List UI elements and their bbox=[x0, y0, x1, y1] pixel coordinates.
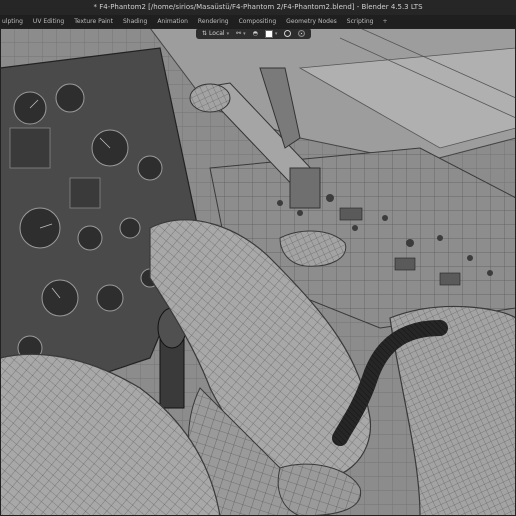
circle-dot-icon bbox=[298, 30, 306, 37]
tab-texture-paint[interactable]: Texture Paint bbox=[69, 15, 118, 28]
chevron-down-icon: ▾ bbox=[243, 30, 246, 37]
blender-window: * F4-Phantom2 [/home/sirios/Masaüstü/F4-… bbox=[0, 0, 516, 516]
overlay-button[interactable] bbox=[282, 29, 293, 38]
viewport-scene bbox=[0, 28, 516, 516]
proportional-edit-button[interactable]: ◓ bbox=[251, 29, 260, 38]
add-workspace-button[interactable]: + bbox=[378, 15, 391, 28]
snap-button[interactable]: ⚯ ▾ bbox=[234, 29, 248, 38]
tab-sculpting[interactable]: ulpting bbox=[0, 15, 28, 28]
tab-uv-editing[interactable]: UV Editing bbox=[28, 15, 69, 28]
color-swatch bbox=[264, 29, 273, 38]
window-title: * F4-Phantom2 [/home/sirios/Masaüstü/F4-… bbox=[0, 0, 516, 15]
transform-orientation-dropdown[interactable]: ⇅ Local ▾ bbox=[200, 29, 231, 38]
tab-shading[interactable]: Shading bbox=[118, 15, 152, 28]
color-swatch-button[interactable]: ▾ bbox=[263, 29, 280, 38]
chevron-down-icon: ▾ bbox=[274, 30, 278, 37]
chevron-down-icon: ▾ bbox=[226, 30, 230, 37]
workspace-tabs: ulpting UV Editing Texture Paint Shading… bbox=[0, 15, 516, 28]
viewport-header-tools: ⇅ Local ▾ ⚯ ▾ ◓ ▾ bbox=[196, 28, 312, 39]
axis-local-icon: ⇅ bbox=[202, 30, 208, 37]
tab-compositing[interactable]: Compositing bbox=[234, 15, 282, 28]
shading-button[interactable] bbox=[296, 29, 307, 38]
transform-orientation-label: Local bbox=[209, 30, 225, 37]
tab-animation[interactable]: Animation bbox=[152, 15, 193, 28]
circle-outline-icon bbox=[284, 30, 292, 37]
tab-rendering[interactable]: Rendering bbox=[193, 15, 234, 28]
3d-viewport[interactable] bbox=[0, 28, 516, 516]
magnet-icon: ◓ bbox=[252, 30, 258, 37]
tab-scripting[interactable]: Scripting bbox=[342, 15, 379, 28]
link-icon: ⚯ bbox=[236, 30, 242, 37]
tab-geometry-nodes[interactable]: Geometry Nodes bbox=[281, 15, 342, 28]
